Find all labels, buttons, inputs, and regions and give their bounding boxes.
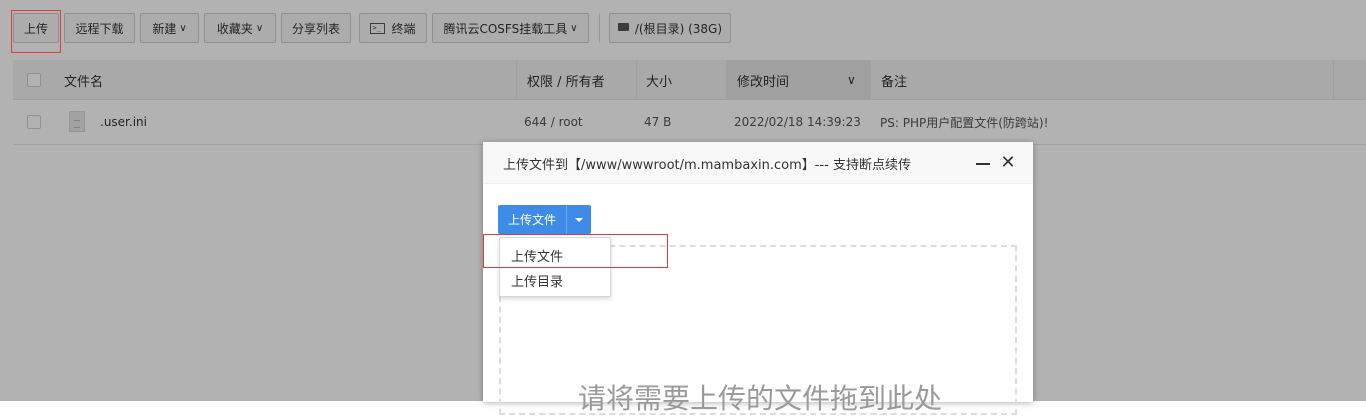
menu-item-upload-directory[interactable]: 上传目录: [500, 268, 610, 292]
menu-item-upload-file[interactable]: 上传文件: [500, 243, 610, 267]
minimize-icon[interactable]: [976, 163, 990, 165]
upload-dialog: 上传文件到【/www/wwwroot/m.mambaxin.com】--- 支持…: [483, 142, 1033, 415]
upload-dropdown-toggle[interactable]: [566, 205, 592, 234]
drop-zone-text: 请将需要上传的文件拖到此处: [577, 382, 942, 415]
dialog-title: 上传文件到【/www/wwwroot/m.mambaxin.com】--- 支持…: [503, 157, 911, 173]
caret-down-icon: [575, 217, 584, 222]
upload-split-button: 上传文件: [498, 205, 592, 234]
dialog-header: 上传文件到【/www/wwwroot/m.mambaxin.com】--- 支持…: [483, 142, 1033, 184]
upload-menu: 上传文件 上传目录: [499, 237, 611, 297]
upload-file-button[interactable]: 上传文件: [498, 205, 567, 234]
close-icon[interactable]: ✕: [999, 153, 1017, 173]
